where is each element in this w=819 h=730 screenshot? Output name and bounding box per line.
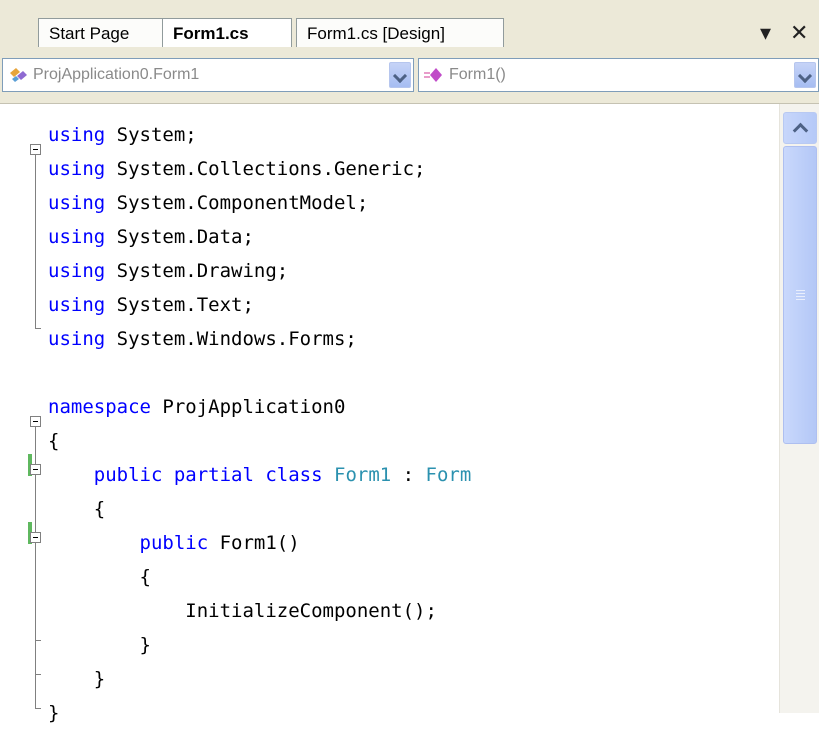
outlining-margin [18,104,41,713]
collapse-toggle-icon[interactable] [30,144,41,155]
code-token: System; [105,124,197,146]
code-line[interactable]: using System.Windows.Forms; [48,322,357,356]
keyword-token: using [48,260,106,282]
collapse-toggle-icon[interactable] [30,532,41,543]
outline-end-tick [35,674,41,675]
member-combo-value: Form1() [449,66,506,83]
code-line[interactable]: { [48,560,151,594]
tab-start-page[interactable]: Start Page [38,18,164,47]
code-token: : [391,464,426,486]
type-combo-value: ProjApplication0.Form1 [33,66,200,83]
indicator-margin [0,104,18,713]
scroll-thumb[interactable] [783,146,817,444]
collapse-toggle-icon[interactable] [30,416,41,427]
tab-label: Form1.cs [Design] [307,24,445,43]
outline-end-tick [35,640,41,641]
code-token: System.Text; [105,294,254,316]
code-editor[interactable]: using System; using System.Collections.Ge… [0,104,779,724]
type-token: Form1 [334,464,392,486]
thumb-grip [796,290,805,291]
code-token: System.Windows.Forms; [105,328,357,350]
class-icon [10,68,27,82]
outline-end-tick [35,708,41,709]
vertical-scrollbar[interactable] [779,104,819,713]
code-token: System.ComponentModel; [105,192,369,214]
code-token: ProjApplication0 [150,396,346,418]
keyword-token: using [48,124,106,146]
code-line[interactable]: InitializeComponent(); [48,594,437,628]
type-combo[interactable]: ProjApplication0.Form1 [2,58,414,92]
keyword-token: using [48,328,106,350]
code-line[interactable]: } [48,628,151,662]
code-token: Form1() [208,532,300,554]
code-line[interactable]: using System.Drawing; [48,254,288,288]
collapse-toggle-icon[interactable] [30,464,41,475]
thumb-grip [796,299,805,300]
thumb-grip [796,293,805,294]
code-line[interactable]: } [48,696,59,730]
code-line[interactable]: using System.ComponentModel; [48,186,368,220]
code-line[interactable]: public Form1() [48,526,300,560]
tab-form1-cs[interactable]: Form1.cs [162,18,292,48]
window-list-dropdown-icon[interactable]: ▾ [760,20,771,46]
tab-label: Form1.cs [173,24,249,43]
keyword-token: using [48,294,106,316]
code-line[interactable]: using System.Text; [48,288,254,322]
keyword-token: public [139,532,209,554]
code-token: { [48,498,106,520]
member-combo[interactable]: Form1() [418,58,819,92]
scroll-up-button[interactable] [783,112,817,144]
tab-label: Start Page [49,24,130,43]
code-line[interactable]: { [48,424,59,458]
code-line[interactable]: public partial class Form1 : Form [48,458,472,492]
keyword-token: using [48,158,106,180]
outline-end-tick [35,328,41,329]
code-token: System.Collections.Generic; [105,158,426,180]
code-line[interactable]: using System; [48,118,197,152]
code-token: } [48,634,151,656]
code-token: System.Drawing; [105,260,289,282]
code-token: System.Data; [105,226,254,248]
tab-form1-design[interactable]: Form1.cs [Design] [296,18,504,47]
navigation-bar: ProjApplication0.Form1 Form1() [0,47,819,104]
keyword-token: public partial class [93,464,323,486]
code-line[interactable]: } [48,662,105,696]
method-icon [424,68,442,82]
code-token: } [48,702,60,724]
code-token: InitializeComponent(); [48,600,437,622]
code-token: { [48,430,60,452]
keyword-token: using [48,192,106,214]
type-combo-dropdown-button[interactable] [389,62,411,88]
outline-line [35,155,36,329]
code-token: { [48,566,151,588]
thumb-grip [796,296,805,297]
code-token: } [48,668,106,690]
type-token: Form [425,464,472,486]
document-tab-strip: Start Page Form1.cs Form1.cs [Design] ▾ … [0,0,819,48]
keyword-token: namespace [48,396,151,418]
code-line[interactable]: using System.Data; [48,220,254,254]
code-line[interactable]: using System.Collections.Generic; [48,152,426,186]
code-line[interactable]: namespace ProjApplication0 [48,390,345,424]
keyword-token: using [48,226,106,248]
close-tab-icon[interactable]: ✕ [790,20,808,46]
code-line[interactable]: { [48,492,105,526]
member-combo-dropdown-button[interactable] [794,62,816,88]
